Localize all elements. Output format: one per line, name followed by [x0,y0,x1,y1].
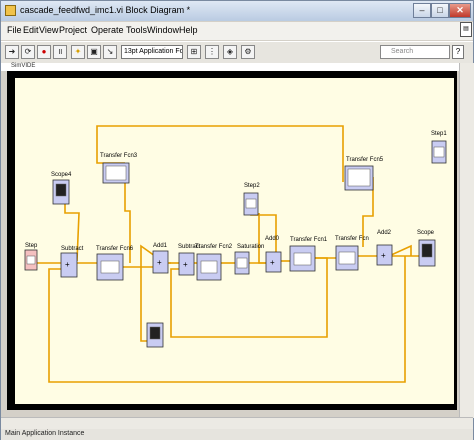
svg-text:+: + [65,260,70,269]
application-window: cascade_feedfwd_imc1.vi Block Diagram * … [0,0,474,440]
block-scope4[interactable]: Scope4 [51,172,72,205]
label-transfer-fcn5: Transfer Fcn5 [346,157,384,163]
block-transfer-fcn6[interactable]: Transfer Fcn6 [96,246,134,281]
label-add1: Add1 [153,243,168,249]
block-step1[interactable]: Step1 [431,131,447,164]
horizontal-scrollbar[interactable] [1,417,473,429]
label-scope4: Scope4 [51,172,72,178]
label-transfer-fcn6: Transfer Fcn6 [96,246,134,252]
block-transfer-fcn2[interactable]: Transfer Fcn2 [195,244,233,281]
label-step2: Step2 [244,183,260,189]
label-scope: Scope [417,230,435,236]
block-step[interactable]: Step [24,243,38,271]
block-scope[interactable]: Scope [417,230,436,267]
label-transfer-fcn1: Transfer Fcn1 [290,237,328,243]
label-saturation: Saturation [237,244,264,250]
label-add0: Add0 [265,236,280,242]
block-step2[interactable]: Step2 [243,183,260,216]
label-add2: Add2 [377,230,392,236]
block-saturation[interactable]: Saturation [234,244,264,275]
svg-text:+: + [157,258,162,267]
block-add1[interactable]: + Add1 [152,243,169,274]
label-transfer-fcn3: Transfer Fcn3 [100,153,138,159]
application-instance-label[interactable]: Main Application Instance [5,430,84,437]
svg-text:+: + [381,251,386,260]
vertical-scrollbar[interactable] [459,63,474,418]
block-subtract-1[interactable]: + Subtract [60,246,84,278]
svg-text:+: + [270,258,275,267]
label-step: Step [25,243,38,249]
block-transfer-fcn3[interactable]: Transfer Fcn3 [100,153,138,184]
block-transfer-fcn1[interactable]: Transfer Fcn1 [289,237,328,272]
block-add2[interactable]: + Add2 [376,230,393,266]
block-transfer-fcn5[interactable]: Transfer Fcn5 [344,157,384,191]
block-unlabeled-scope[interactable] [146,322,164,348]
status-bar: Main Application Instance [1,429,473,440]
svg-text:+: + [183,260,188,269]
label-transfer-fcn: Transfer Fcn [335,236,369,242]
block-diagram: Step Scope4 + Subtract Transfer Fcn3 Tra… [24,125,447,383]
label-step1: Step1 [431,131,447,137]
wires [37,125,419,383]
block-transfer-fcn[interactable]: Transfer Fcn [335,236,369,271]
block-add0[interactable]: + Add0 [265,236,282,273]
label-transfer-fcn2: Transfer Fcn2 [195,244,233,250]
label-subtract-1: Subtract [61,246,84,252]
